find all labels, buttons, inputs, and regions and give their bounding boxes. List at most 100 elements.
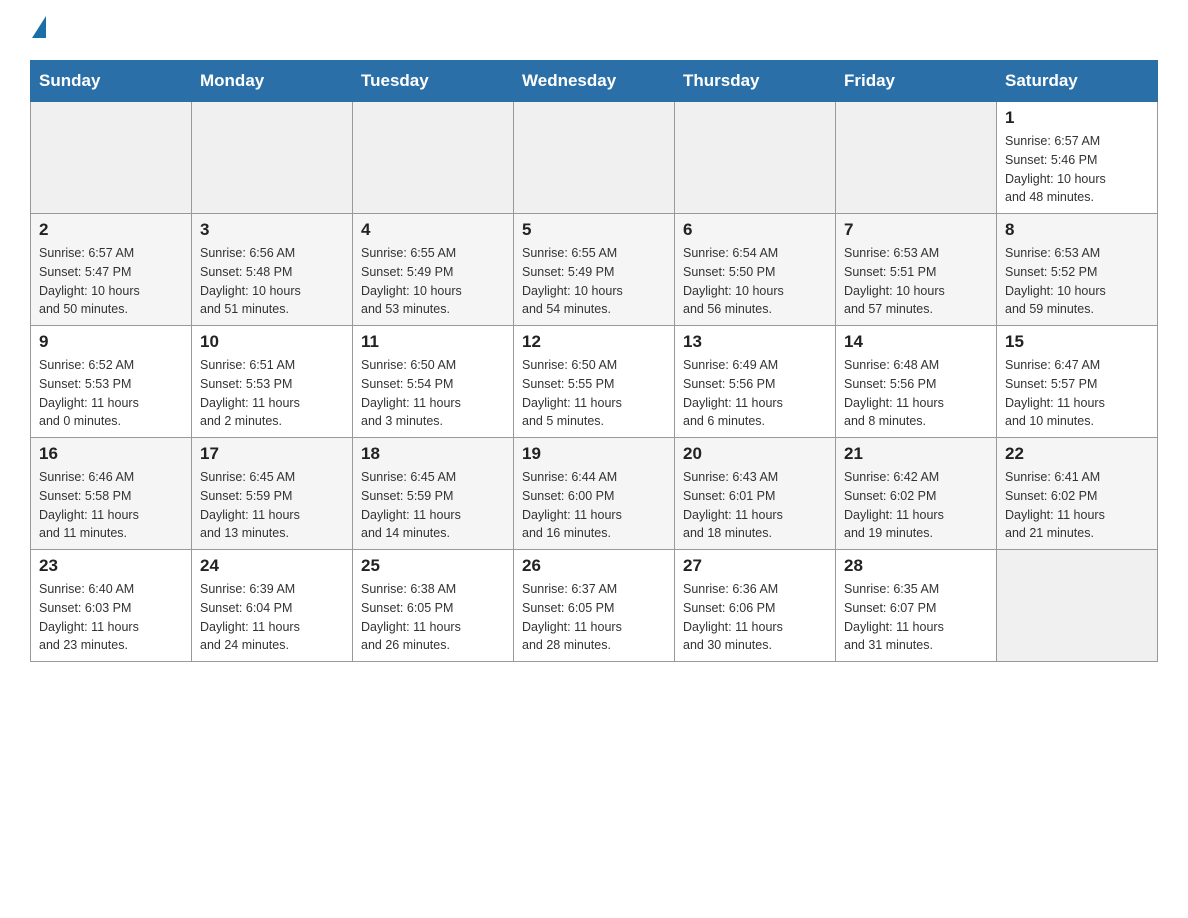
day-number: 15 <box>1005 332 1149 352</box>
logo <box>30 20 46 40</box>
weekday-header-monday: Monday <box>192 61 353 102</box>
day-info: Sunrise: 6:46 AM Sunset: 5:58 PM Dayligh… <box>39 468 183 543</box>
logo-triangle-icon <box>32 16 46 38</box>
calendar-cell: 28 Sunrise: 6:35 AM Sunset: 6:07 PM Dayli… <box>836 550 997 662</box>
weekday-header-saturday: Saturday <box>997 61 1158 102</box>
day-number: 6 <box>683 220 827 240</box>
day-info: Sunrise: 6:35 AM Sunset: 6:07 PM Dayligh… <box>844 580 988 655</box>
day-number: 24 <box>200 556 344 576</box>
calendar-cell <box>353 102 514 214</box>
calendar-cell <box>192 102 353 214</box>
day-number: 10 <box>200 332 344 352</box>
day-number: 27 <box>683 556 827 576</box>
day-number: 2 <box>39 220 183 240</box>
day-number: 14 <box>844 332 988 352</box>
day-number: 9 <box>39 332 183 352</box>
day-info: Sunrise: 6:42 AM Sunset: 6:02 PM Dayligh… <box>844 468 988 543</box>
calendar-header: SundayMondayTuesdayWednesdayThursdayFrid… <box>31 61 1158 102</box>
day-number: 12 <box>522 332 666 352</box>
day-info: Sunrise: 6:54 AM Sunset: 5:50 PM Dayligh… <box>683 244 827 319</box>
day-info: Sunrise: 6:53 AM Sunset: 5:51 PM Dayligh… <box>844 244 988 319</box>
day-info: Sunrise: 6:47 AM Sunset: 5:57 PM Dayligh… <box>1005 356 1149 431</box>
day-info: Sunrise: 6:52 AM Sunset: 5:53 PM Dayligh… <box>39 356 183 431</box>
day-number: 21 <box>844 444 988 464</box>
day-info: Sunrise: 6:45 AM Sunset: 5:59 PM Dayligh… <box>361 468 505 543</box>
day-number: 23 <box>39 556 183 576</box>
calendar-cell: 8 Sunrise: 6:53 AM Sunset: 5:52 PM Daylig… <box>997 214 1158 326</box>
day-number: 13 <box>683 332 827 352</box>
day-number: 3 <box>200 220 344 240</box>
day-number: 20 <box>683 444 827 464</box>
calendar-cell: 25 Sunrise: 6:38 AM Sunset: 6:05 PM Dayli… <box>353 550 514 662</box>
day-number: 11 <box>361 332 505 352</box>
calendar-cell: 20 Sunrise: 6:43 AM Sunset: 6:01 PM Dayli… <box>675 438 836 550</box>
day-info: Sunrise: 6:51 AM Sunset: 5:53 PM Dayligh… <box>200 356 344 431</box>
calendar-week-row: 23 Sunrise: 6:40 AM Sunset: 6:03 PM Dayli… <box>31 550 1158 662</box>
day-number: 28 <box>844 556 988 576</box>
calendar-cell: 3 Sunrise: 6:56 AM Sunset: 5:48 PM Daylig… <box>192 214 353 326</box>
calendar-cell: 2 Sunrise: 6:57 AM Sunset: 5:47 PM Daylig… <box>31 214 192 326</box>
day-info: Sunrise: 6:57 AM Sunset: 5:47 PM Dayligh… <box>39 244 183 319</box>
day-info: Sunrise: 6:39 AM Sunset: 6:04 PM Dayligh… <box>200 580 344 655</box>
weekday-header-wednesday: Wednesday <box>514 61 675 102</box>
day-info: Sunrise: 6:45 AM Sunset: 5:59 PM Dayligh… <box>200 468 344 543</box>
day-number: 1 <box>1005 108 1149 128</box>
day-number: 25 <box>361 556 505 576</box>
day-number: 16 <box>39 444 183 464</box>
day-info: Sunrise: 6:50 AM Sunset: 5:54 PM Dayligh… <box>361 356 505 431</box>
day-info: Sunrise: 6:49 AM Sunset: 5:56 PM Dayligh… <box>683 356 827 431</box>
calendar-cell: 23 Sunrise: 6:40 AM Sunset: 6:03 PM Dayli… <box>31 550 192 662</box>
day-info: Sunrise: 6:48 AM Sunset: 5:56 PM Dayligh… <box>844 356 988 431</box>
calendar-cell: 6 Sunrise: 6:54 AM Sunset: 5:50 PM Daylig… <box>675 214 836 326</box>
day-info: Sunrise: 6:38 AM Sunset: 6:05 PM Dayligh… <box>361 580 505 655</box>
day-info: Sunrise: 6:40 AM Sunset: 6:03 PM Dayligh… <box>39 580 183 655</box>
day-info: Sunrise: 6:53 AM Sunset: 5:52 PM Dayligh… <box>1005 244 1149 319</box>
calendar-cell: 5 Sunrise: 6:55 AM Sunset: 5:49 PM Daylig… <box>514 214 675 326</box>
calendar-cell: 1 Sunrise: 6:57 AM Sunset: 5:46 PM Daylig… <box>997 102 1158 214</box>
calendar-cell <box>997 550 1158 662</box>
calendar-cell <box>836 102 997 214</box>
calendar-cell: 11 Sunrise: 6:50 AM Sunset: 5:54 PM Dayli… <box>353 326 514 438</box>
calendar-cell: 7Sunrise: 6:53 AM Sunset: 5:51 PM Daylig… <box>836 214 997 326</box>
day-info: Sunrise: 6:55 AM Sunset: 5:49 PM Dayligh… <box>522 244 666 319</box>
calendar-cell: 27 Sunrise: 6:36 AM Sunset: 6:06 PM Dayli… <box>675 550 836 662</box>
calendar-cell: 17 Sunrise: 6:45 AM Sunset: 5:59 PM Dayli… <box>192 438 353 550</box>
calendar-cell <box>31 102 192 214</box>
day-info: Sunrise: 6:36 AM Sunset: 6:06 PM Dayligh… <box>683 580 827 655</box>
weekday-header-row: SundayMondayTuesdayWednesdayThursdayFrid… <box>31 61 1158 102</box>
weekday-header-thursday: Thursday <box>675 61 836 102</box>
day-number: 18 <box>361 444 505 464</box>
day-number: 5 <box>522 220 666 240</box>
weekday-header-tuesday: Tuesday <box>353 61 514 102</box>
calendar-table: SundayMondayTuesdayWednesdayThursdayFrid… <box>30 60 1158 662</box>
calendar-cell: 24 Sunrise: 6:39 AM Sunset: 6:04 PM Dayli… <box>192 550 353 662</box>
day-info: Sunrise: 6:37 AM Sunset: 6:05 PM Dayligh… <box>522 580 666 655</box>
calendar-cell: 21 Sunrise: 6:42 AM Sunset: 6:02 PM Dayli… <box>836 438 997 550</box>
day-info: Sunrise: 6:43 AM Sunset: 6:01 PM Dayligh… <box>683 468 827 543</box>
day-info: Sunrise: 6:44 AM Sunset: 6:00 PM Dayligh… <box>522 468 666 543</box>
calendar-cell: 15 Sunrise: 6:47 AM Sunset: 5:57 PM Dayli… <box>997 326 1158 438</box>
calendar-week-row: 2 Sunrise: 6:57 AM Sunset: 5:47 PM Daylig… <box>31 214 1158 326</box>
calendar-week-row: 16 Sunrise: 6:46 AM Sunset: 5:58 PM Dayli… <box>31 438 1158 550</box>
day-info: Sunrise: 6:56 AM Sunset: 5:48 PM Dayligh… <box>200 244 344 319</box>
calendar-cell: 14 Sunrise: 6:48 AM Sunset: 5:56 PM Dayli… <box>836 326 997 438</box>
day-number: 8 <box>1005 220 1149 240</box>
day-number: 4 <box>361 220 505 240</box>
calendar-cell <box>675 102 836 214</box>
calendar-cell: 19 Sunrise: 6:44 AM Sunset: 6:00 PM Dayli… <box>514 438 675 550</box>
calendar-cell: 16 Sunrise: 6:46 AM Sunset: 5:58 PM Dayli… <box>31 438 192 550</box>
weekday-header-sunday: Sunday <box>31 61 192 102</box>
day-number: 22 <box>1005 444 1149 464</box>
day-info: Sunrise: 6:55 AM Sunset: 5:49 PM Dayligh… <box>361 244 505 319</box>
calendar-cell: 22Sunrise: 6:41 AM Sunset: 6:02 PM Dayli… <box>997 438 1158 550</box>
calendar-cell: 18 Sunrise: 6:45 AM Sunset: 5:59 PM Dayli… <box>353 438 514 550</box>
day-number: 19 <box>522 444 666 464</box>
day-info: Sunrise: 6:57 AM Sunset: 5:46 PM Dayligh… <box>1005 132 1149 207</box>
calendar-week-row: 1 Sunrise: 6:57 AM Sunset: 5:46 PM Daylig… <box>31 102 1158 214</box>
calendar-cell <box>514 102 675 214</box>
page-header <box>30 20 1158 40</box>
calendar-cell: 12Sunrise: 6:50 AM Sunset: 5:55 PM Dayli… <box>514 326 675 438</box>
calendar-cell: 4 Sunrise: 6:55 AM Sunset: 5:49 PM Daylig… <box>353 214 514 326</box>
day-number: 17 <box>200 444 344 464</box>
calendar-week-row: 9 Sunrise: 6:52 AM Sunset: 5:53 PM Daylig… <box>31 326 1158 438</box>
